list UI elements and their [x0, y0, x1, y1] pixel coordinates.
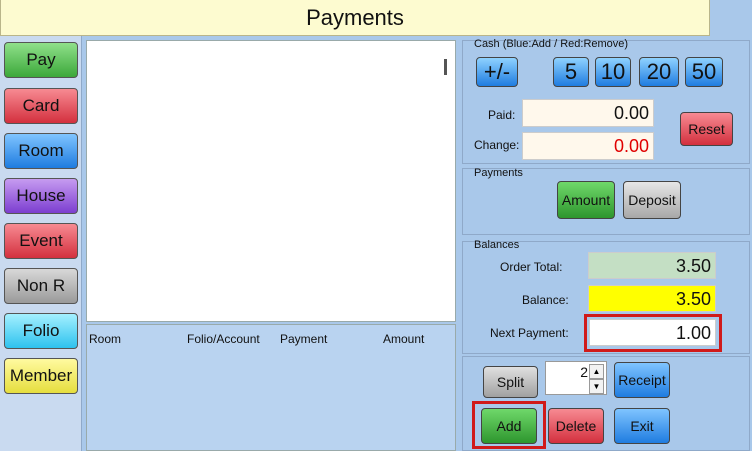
deposit-button[interactable]: Deposit — [623, 181, 681, 219]
cash-group-label: Cash (Blue:Add / Red:Remove) — [474, 38, 629, 50]
column-header-amount: Amount — [383, 332, 425, 346]
paid-label: Paid: — [488, 108, 516, 122]
paid-field[interactable]: 0.00 — [522, 99, 654, 127]
cash-10-button[interactable]: 10 — [595, 57, 631, 87]
change-field: 0.00 — [522, 132, 654, 160]
split-count-value: 2 — [580, 364, 588, 380]
split-count-stepper[interactable]: 2 ▲ ▼ — [545, 361, 607, 395]
column-header-folio: Folio/Account — [187, 332, 260, 346]
balances-group-label: Balances — [474, 239, 520, 251]
payments-group-label: Payments — [474, 167, 523, 179]
column-header-payment: Payment — [280, 332, 328, 346]
card-button[interactable]: Card — [4, 88, 78, 124]
next-payment-highlight — [584, 314, 722, 352]
cash-5-button[interactable]: 5 — [553, 57, 589, 87]
change-label: Change: — [474, 138, 520, 152]
cash-50-button[interactable]: 50 — [685, 57, 723, 87]
order-item-list[interactable] — [86, 40, 456, 322]
pay-button[interactable]: Pay — [4, 42, 78, 78]
payment-type-panel: Pay Card Room House Event Non R Folio Me… — [0, 36, 82, 451]
list-scrollbar[interactable] — [444, 59, 447, 75]
window-title: Payments — [0, 0, 710, 36]
stepper-up-icon[interactable]: ▲ — [589, 364, 604, 379]
next-payment-label: Next Payment: — [490, 326, 569, 340]
room-button[interactable]: Room — [4, 133, 78, 169]
balance-label: Balance: — [522, 293, 569, 307]
balance-field: 3.50 — [588, 285, 716, 312]
event-button[interactable]: Event — [4, 223, 78, 259]
split-button[interactable]: Split — [483, 366, 538, 398]
payment-table[interactable]: Room Folio/Account Payment Amount — [86, 324, 456, 451]
reset-button[interactable]: Reset — [680, 112, 733, 146]
folio-button[interactable]: Folio — [4, 313, 78, 349]
stepper-down-icon[interactable]: ▼ — [589, 379, 604, 394]
column-header-room: Room — [89, 332, 122, 346]
receipt-button[interactable]: Receipt — [614, 362, 670, 398]
cash-20-button[interactable]: 20 — [639, 57, 679, 87]
house-button[interactable]: House — [4, 178, 78, 214]
order-total-field: 3.50 — [588, 252, 716, 279]
order-total-label: Order Total: — [500, 260, 563, 274]
amount-button[interactable]: Amount — [557, 181, 615, 219]
add-remove-toggle-button[interactable]: +/- — [476, 57, 518, 87]
exit-button[interactable]: Exit — [614, 408, 670, 444]
add-button-highlight — [472, 401, 546, 449]
non-r-button[interactable]: Non R — [4, 268, 78, 304]
member-button[interactable]: Member — [4, 358, 78, 394]
delete-button[interactable]: Delete — [548, 408, 604, 444]
